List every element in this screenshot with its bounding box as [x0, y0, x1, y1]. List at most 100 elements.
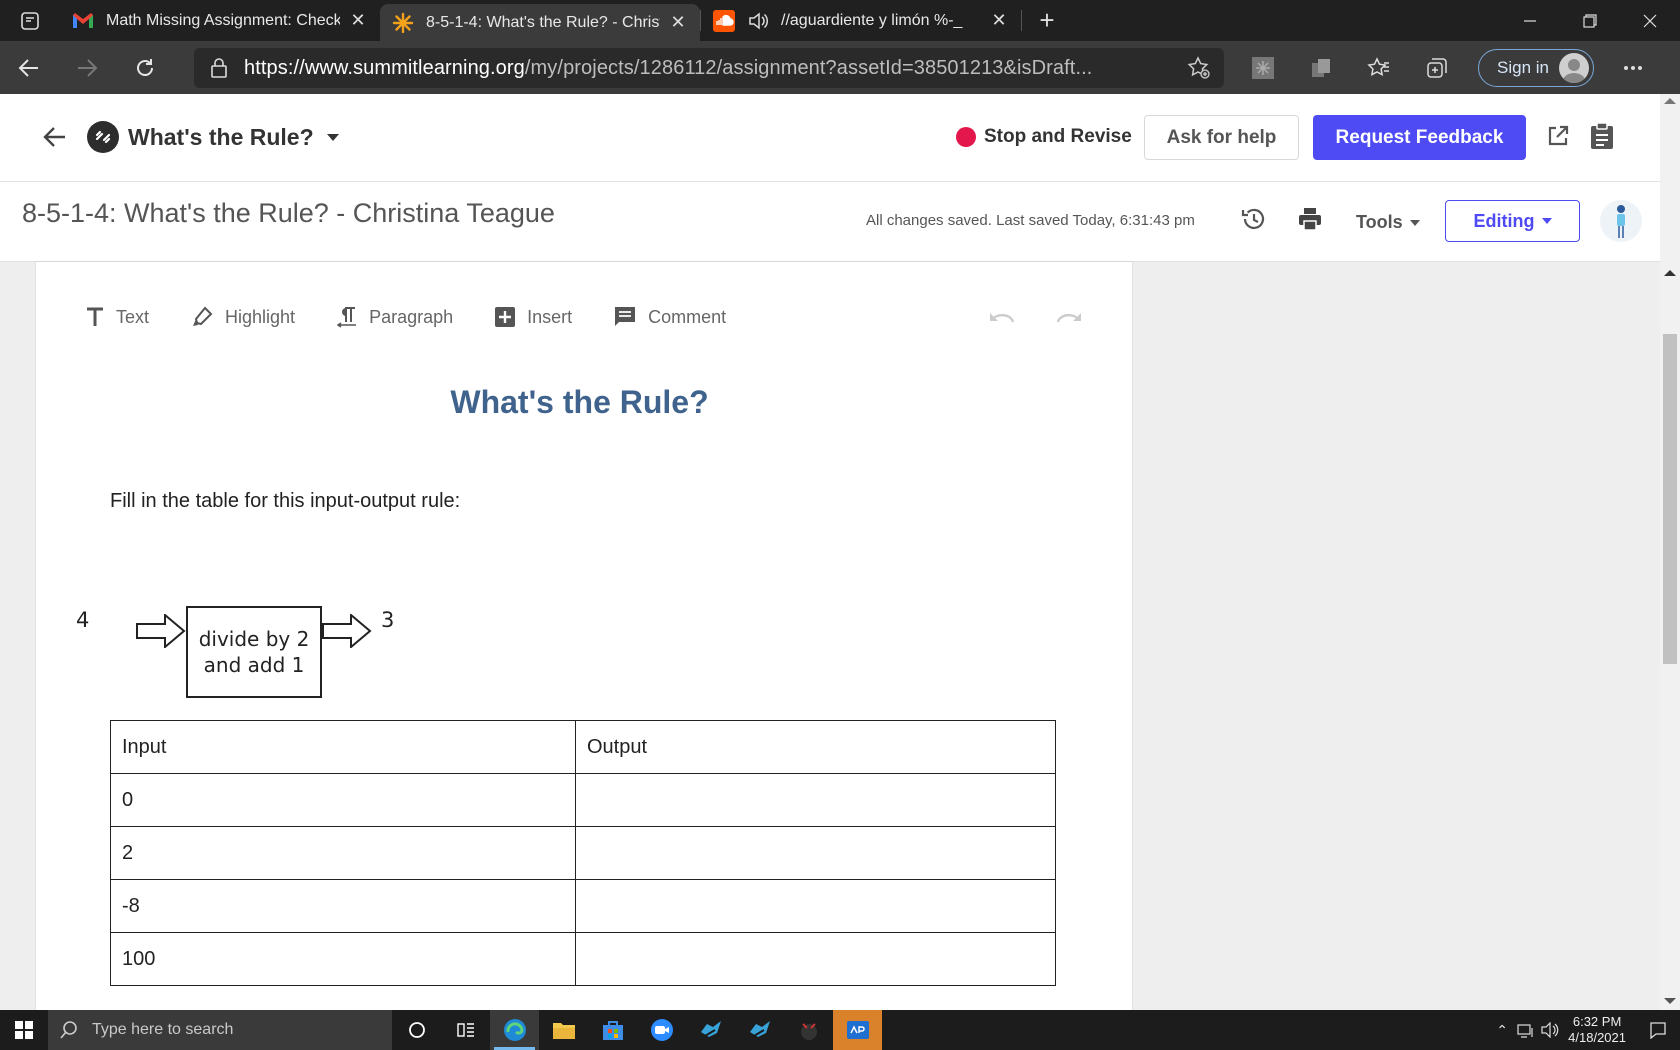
speaker-icon[interactable]	[747, 10, 769, 32]
back-to-project-button[interactable]	[42, 124, 68, 155]
tools-menu[interactable]: Tools	[1356, 212, 1420, 233]
clipboard-icon[interactable]	[1589, 122, 1615, 155]
paragraph-button[interactable]: Paragraph	[337, 306, 453, 328]
tab-summit[interactable]: 8-5-1-4: What's the Rule? - Christ ✕	[380, 4, 700, 41]
extension-copy-icon[interactable]	[1292, 57, 1350, 79]
taskbar-app-3[interactable]	[784, 1010, 833, 1050]
start-button[interactable]	[0, 1010, 48, 1050]
minimize-button[interactable]	[1500, 0, 1560, 41]
insert-button[interactable]: Insert	[495, 307, 572, 328]
ask-for-help-button[interactable]: Ask for help	[1144, 115, 1299, 160]
user-avatar-icon[interactable]	[1600, 200, 1642, 242]
volume-icon[interactable]	[1538, 1022, 1562, 1038]
browser-toolbar-right: Sign in	[1234, 41, 1662, 94]
zoom-icon	[650, 1019, 673, 1041]
stop-and-revise-status[interactable]: Stop and Revise	[956, 126, 1132, 148]
project-title[interactable]: What's the Rule?	[128, 124, 314, 151]
close-tab-icon[interactable]: ✕	[668, 12, 688, 33]
chevron-down-icon	[1409, 219, 1420, 226]
input-output-table: Input Output 0 2 -8 100	[110, 720, 1056, 986]
scrollbar-thumb[interactable]	[1663, 334, 1677, 664]
taskbar-store[interactable]	[588, 1010, 637, 1050]
chevron-up-icon[interactable]: ⌃	[1490, 1022, 1514, 1039]
input-cell[interactable]: 0	[110, 773, 576, 827]
request-feedback-button[interactable]: Request Feedback	[1313, 115, 1526, 160]
refresh-button[interactable]	[116, 41, 174, 94]
project-logo-icon	[87, 121, 119, 153]
print-icon[interactable]	[1297, 206, 1323, 237]
collections-icon[interactable]	[1408, 56, 1466, 80]
chevron-down-icon	[1541, 218, 1552, 224]
tab-title: Math Missing Assignment: Check	[106, 11, 340, 29]
highlight-button[interactable]: Highlight	[191, 306, 295, 328]
table-row: 0	[110, 773, 1056, 827]
back-arrow-icon	[43, 127, 65, 147]
favorites-icon[interactable]	[1350, 56, 1408, 80]
add-favorite-icon[interactable]	[1174, 56, 1224, 80]
page-scrollbar[interactable]	[1660, 94, 1680, 1010]
folder-icon	[552, 1023, 575, 1039]
version-history-icon[interactable]	[1240, 206, 1266, 237]
text-label: Text	[116, 306, 150, 327]
tab-gmail[interactable]: Math Missing Assignment: Check ✕	[60, 0, 380, 41]
open-external-icon[interactable]	[1546, 124, 1570, 153]
output-cell[interactable]	[575, 773, 1056, 827]
editing-mode-dropdown[interactable]: Editing	[1445, 200, 1580, 242]
system-clock[interactable]: 6:32 PM 4/18/2021	[1568, 1014, 1626, 1046]
output-header[interactable]: Output	[575, 720, 1056, 774]
close-tab-icon[interactable]: ✕	[989, 10, 1009, 31]
document-heading[interactable]: What's the Rule?	[36, 384, 1123, 421]
close-window-button[interactable]	[1620, 0, 1680, 41]
sign-in-button[interactable]: Sign in	[1478, 48, 1594, 87]
extension-icon[interactable]	[1234, 56, 1292, 79]
tab-soundcloud[interactable]: //aguardiente y limón %-_ ✕	[701, 0, 1021, 41]
document-page[interactable]: Text Highlight Paragraph Insert Comment …	[36, 262, 1132, 1010]
scroll-down-icon[interactable]	[1664, 998, 1676, 1004]
browser-tab-strip: Math Missing Assignment: Check ✕ 8-5-1-4…	[0, 0, 1680, 41]
cortana-button[interactable]	[392, 1010, 441, 1050]
scroll-up-icon[interactable]	[1664, 270, 1676, 276]
scroll-up-icon[interactable]	[1664, 98, 1676, 104]
back-button[interactable]	[0, 41, 58, 94]
redo-icon[interactable]	[1056, 310, 1082, 329]
taskbar-app-1[interactable]	[686, 1010, 735, 1050]
input-cell[interactable]: 100	[110, 932, 576, 986]
address-bar[interactable]: https://www.summitlearning.org/my/projec…	[194, 48, 1224, 88]
input-header[interactable]: Input	[110, 720, 576, 774]
taskbar-search-box[interactable]: Type here to search	[48, 1010, 392, 1050]
output-cell[interactable]	[575, 879, 1056, 933]
chevron-down-icon[interactable]	[327, 134, 339, 141]
restore-icon	[1583, 13, 1597, 28]
tab-actions-button[interactable]	[0, 0, 60, 41]
taskbar-file-explorer[interactable]	[539, 1010, 588, 1050]
notifications-icon[interactable]	[1636, 1021, 1680, 1039]
search-placeholder: Type here to search	[92, 1021, 234, 1038]
insert-label: Insert	[527, 306, 573, 327]
taskbar-edge[interactable]	[490, 1010, 539, 1050]
input-cell[interactable]: -8	[110, 879, 576, 933]
new-tab-button[interactable]: +	[1022, 0, 1072, 41]
instructions-text[interactable]: Fill in the table for this input-output …	[110, 490, 460, 513]
lock-icon[interactable]	[194, 58, 244, 78]
app-icon	[700, 1021, 721, 1037]
close-tab-icon[interactable]: ✕	[348, 10, 368, 31]
restore-button[interactable]	[1560, 0, 1620, 41]
taskbar-app-2[interactable]	[735, 1010, 784, 1050]
output-cell[interactable]	[575, 826, 1056, 880]
undo-icon[interactable]	[989, 310, 1015, 329]
taskbar-zoom[interactable]	[637, 1010, 686, 1050]
sign-in-label: Sign in	[1497, 57, 1549, 77]
more-options-icon[interactable]	[1604, 65, 1662, 71]
network-icon[interactable]	[1514, 1022, 1538, 1038]
text-icon	[86, 307, 104, 327]
rule-line-2: and add 1	[203, 653, 305, 677]
task-view-button[interactable]	[441, 1010, 490, 1050]
input-cell[interactable]: 2	[110, 826, 576, 880]
document-header: 8-5-1-4: What's the Rule? - Christina Te…	[0, 182, 1660, 262]
forward-button[interactable]	[58, 41, 116, 94]
output-cell[interactable]	[575, 932, 1056, 986]
text-format-button[interactable]: Text	[86, 307, 149, 328]
taskbar-app-4[interactable]	[833, 1010, 882, 1050]
input-arrow-icon	[136, 614, 186, 648]
comment-button[interactable]: Comment	[614, 306, 726, 328]
